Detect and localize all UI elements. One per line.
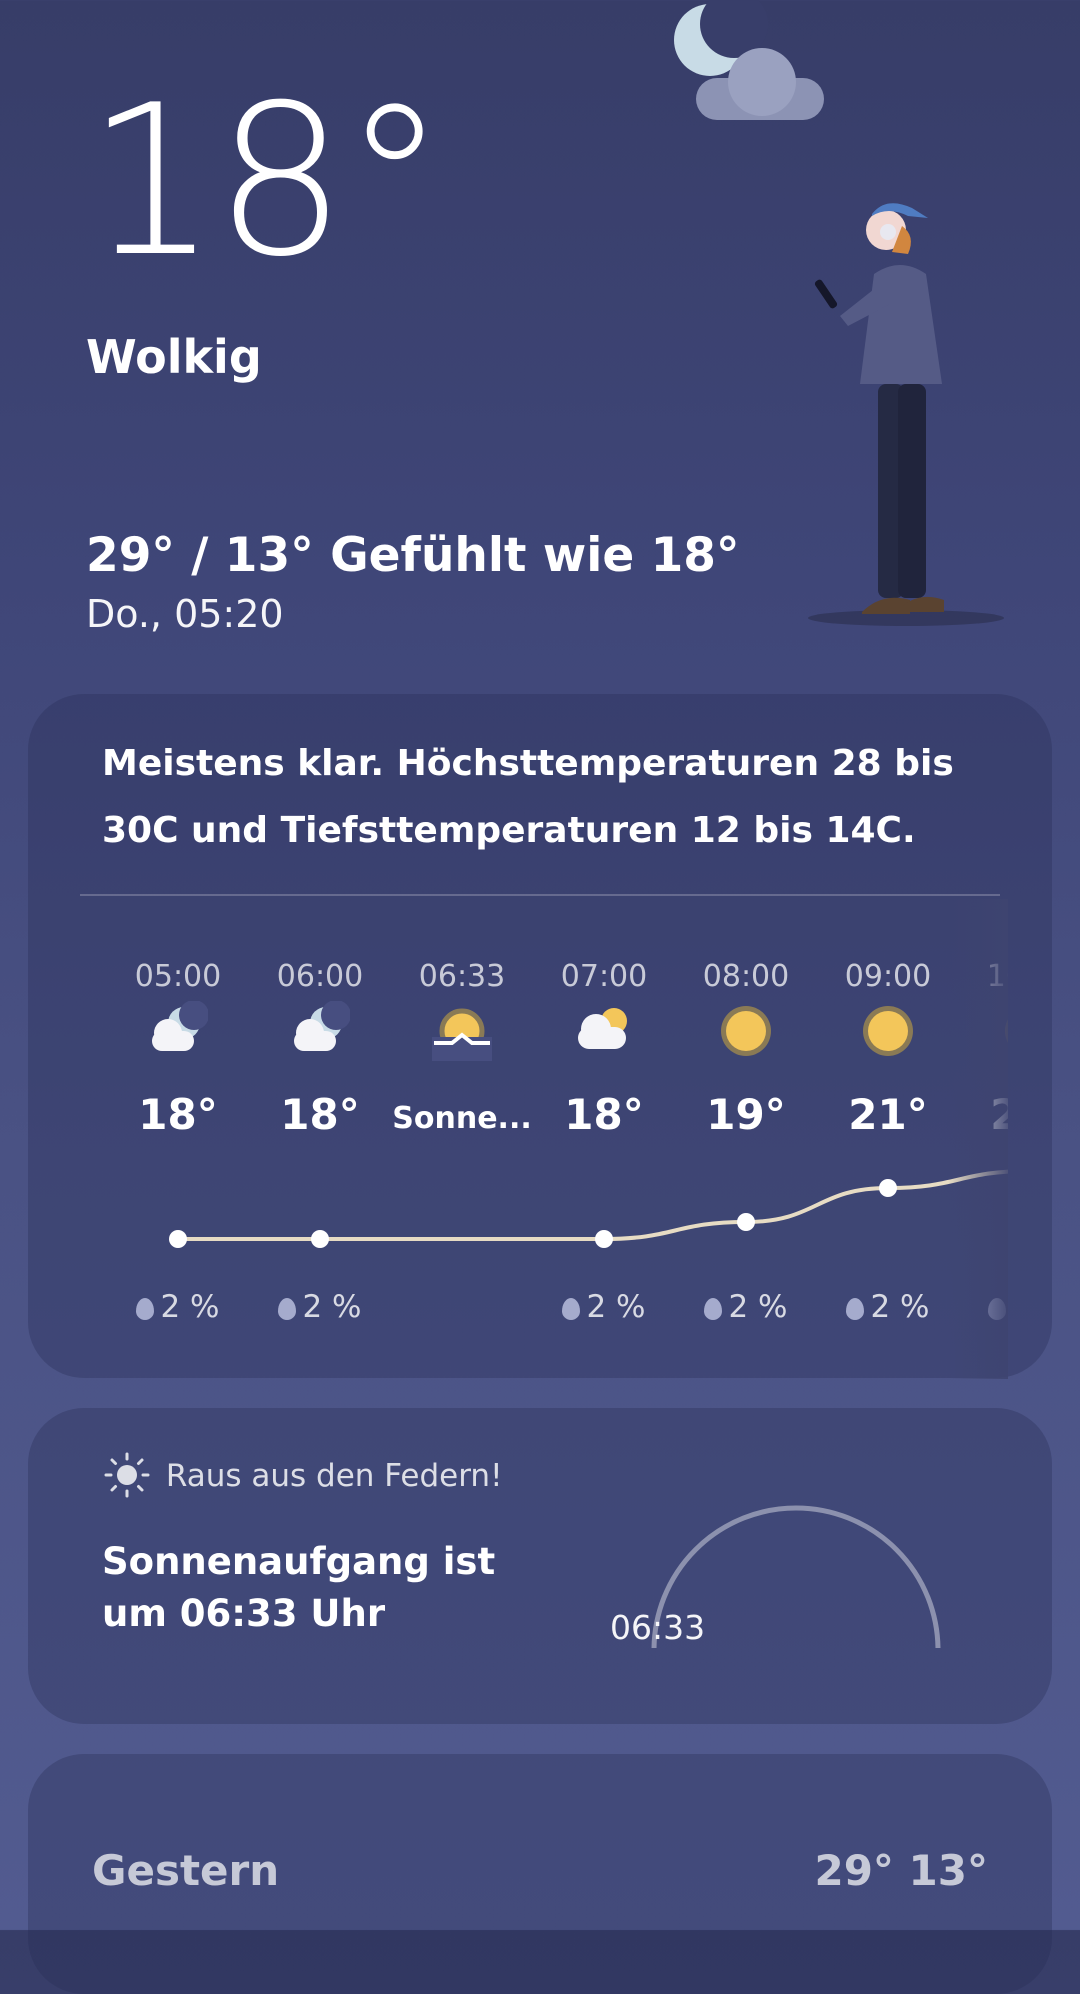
- current-datetime: Do., 05:20: [86, 592, 284, 636]
- hour-temperature: 19°: [706, 1090, 786, 1139]
- temperature-point: [595, 1230, 613, 1248]
- current-condition: Wolkig: [86, 330, 262, 384]
- precipitation-value: 2 %: [302, 1289, 362, 1325]
- person-figure: [808, 203, 1004, 626]
- hour-temperature: 18°: [138, 1090, 218, 1139]
- sun-icon: [1005, 1019, 1008, 1043]
- hour-temperature: 21°: [848, 1090, 928, 1139]
- sun-icon: [104, 1452, 150, 1498]
- raindrop-icon: [704, 1298, 723, 1320]
- sunrise-time: 06:33: [610, 1608, 706, 1647]
- moon-cloud-icon: [294, 1001, 350, 1051]
- raindrop-icon: [846, 1298, 865, 1320]
- hour-temperature: 22°: [990, 1090, 1008, 1139]
- sunrise-icon: [432, 1008, 492, 1061]
- hour-temperature: 18°: [280, 1090, 360, 1139]
- hour-temperature: Sonne...: [392, 1101, 532, 1136]
- hour-time: 05:00: [134, 959, 222, 994]
- yesterday-card[interactable]: Gestern 29° 13°: [28, 1754, 1052, 1994]
- precipitation: 2 %: [108, 1289, 248, 1325]
- precipitation: 2 %: [960, 1289, 1008, 1325]
- weather-illustration: [674, 0, 1004, 626]
- temperature-point: [737, 1213, 755, 1231]
- sunrise-tag-text: Raus aus den Federn!: [165, 1458, 503, 1494]
- divider: [80, 894, 1000, 896]
- hour-time: 07:00: [560, 959, 648, 994]
- high-low-feels-like: 29° / 13° Gefühlt wie 18°: [86, 528, 740, 583]
- sun-cloud-icon: [578, 1008, 627, 1049]
- sunrise-description: Sonnenaufgang ist um 06:33 Uhr: [102, 1540, 496, 1635]
- precipitation-value: 2 %: [870, 1289, 930, 1325]
- current-temperature: 18°: [86, 61, 447, 303]
- hourly-forecast-strip[interactable]: 05:00 18° 2 % 06:00 18° 2 % 06:33 Sonne.…: [28, 899, 1008, 1379]
- precipitation: 2 %: [250, 1289, 390, 1325]
- precipitation-value: 2 %: [728, 1289, 788, 1325]
- moon-cloud-icon: [152, 1001, 208, 1051]
- yesterday-high-low: 29° 13°: [814, 1846, 988, 1895]
- sun-icon: [721, 1006, 771, 1056]
- forecast-summary-card: Meistens klar. Höchsttemperaturen 28 bis…: [28, 694, 1052, 1379]
- raindrop-icon: [136, 1298, 155, 1320]
- sunrise-card: Raus aus den Federn! Sonnenaufgang ist u…: [28, 1408, 1052, 1724]
- sunrise-tagline: Raus aus den Federn!: [104, 1452, 503, 1498]
- hour-time: 08:00: [702, 959, 790, 994]
- temperature-point: [169, 1230, 187, 1248]
- forecast-summary-text: Meistens klar. Höchsttemperaturen 28 bis…: [102, 743, 954, 851]
- precipitation-value: 2 %: [586, 1289, 646, 1325]
- raindrop-icon: [562, 1298, 581, 1320]
- hour-time: 09:00: [844, 959, 932, 994]
- temperature-point: [879, 1179, 897, 1197]
- temperature-point: [311, 1230, 329, 1248]
- raindrop-icon: [278, 1298, 297, 1320]
- hour-time: 06:33: [418, 959, 506, 994]
- hour-time: 10:00: [986, 959, 1008, 994]
- hour-temperature: 18°: [564, 1090, 644, 1139]
- yesterday-label: Gestern: [92, 1846, 280, 1895]
- raindrop-icon: [988, 1298, 1007, 1320]
- hour-time: 06:00: [276, 959, 364, 994]
- precipitation: 2 %: [676, 1289, 816, 1325]
- precipitation: 2 %: [818, 1289, 958, 1325]
- precipitation: 2 %: [534, 1289, 674, 1325]
- precipitation-value: 2 %: [160, 1289, 220, 1325]
- sun-icon: [863, 1006, 913, 1056]
